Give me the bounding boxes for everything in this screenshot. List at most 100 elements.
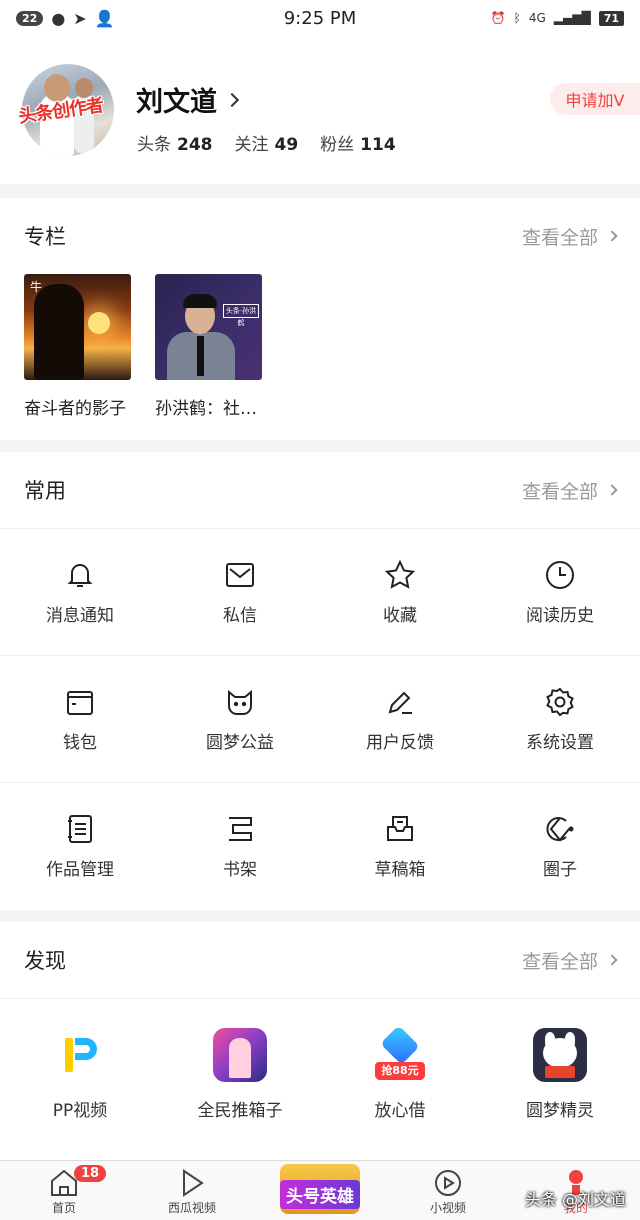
- wallet-button[interactable]: 钱包: [0, 656, 160, 782]
- see-all-link[interactable]: 查看全部: [522, 477, 618, 504]
- notification-count-badge: 22: [16, 10, 44, 26]
- bluetooth-icon: ᛒ: [513, 11, 521, 25]
- notifications-button[interactable]: 消息通知: [0, 529, 160, 655]
- short-video-icon: [435, 1170, 461, 1196]
- grid-label: 阅读历史: [526, 605, 594, 626]
- apply-verification-button[interactable]: 申请加V: [550, 83, 640, 115]
- bookshelf-button[interactable]: 书架: [160, 783, 320, 910]
- column-card[interactable]: 头条·孙洪鹤 孙洪鹤：社…: [155, 274, 262, 419]
- star-icon: [384, 559, 416, 589]
- chat-bubble-icon: ●: [51, 8, 66, 28]
- tab-hero-promo[interactable]: 头号英雄: [256, 1161, 384, 1220]
- app-label: PP视频: [52, 1100, 108, 1121]
- reading-history-button[interactable]: 阅读历史: [480, 529, 640, 655]
- push-box-game-app[interactable]: 全民推箱子: [160, 999, 320, 1149]
- battery-level: 71: [598, 10, 624, 26]
- app-label: 放心借: [374, 1100, 426, 1121]
- loan-app-icon: 抢88元: [373, 1027, 427, 1082]
- cat-icon: [228, 689, 252, 715]
- tab-label: 小视频: [429, 1201, 466, 1215]
- grid-label: 作品管理: [46, 860, 114, 880]
- mail-icon: [226, 562, 254, 587]
- clock-icon: [546, 560, 574, 589]
- profile-stats: 头条 248 关注 49 粉丝 114: [137, 130, 396, 155]
- favorites-button[interactable]: 收藏: [320, 529, 480, 655]
- grid-label: 用户反馈: [366, 732, 434, 753]
- game-character: [229, 1037, 251, 1078]
- thumbnail-tag: 头条·孙洪鹤: [223, 304, 259, 327]
- section-title: 常用: [24, 479, 66, 503]
- sprite-face: [543, 1037, 577, 1068]
- grid-label: 收藏: [383, 605, 417, 626]
- chevron-right-icon: [606, 954, 618, 966]
- circle-group-icon: [546, 817, 574, 842]
- chevron-right-icon: [606, 230, 618, 242]
- grid-label: 圆梦公益: [206, 732, 274, 753]
- grid-label: 系统设置: [526, 732, 594, 753]
- pp-video-app[interactable]: PP视频: [0, 999, 160, 1149]
- section-title: 发现: [24, 949, 66, 973]
- network-label: 4G: [528, 11, 546, 25]
- grid-label: 书架: [223, 860, 257, 880]
- grid-label: 草稿箱: [374, 860, 426, 880]
- profile-name: 刘文道: [136, 87, 217, 118]
- grid-label: 消息通知: [46, 605, 114, 626]
- pp-logo-bowl: [75, 1037, 97, 1060]
- alarm-icon: ⏰: [490, 11, 506, 25]
- discover-section: 发现 查看全部 PP视频 全民推箱子 抢88元 放心借 圆梦精灵: [0, 922, 640, 1160]
- portrait-tie: [197, 336, 204, 376]
- dream-sprite-app[interactable]: 圆梦精灵: [480, 999, 640, 1149]
- wallet-icon: [67, 690, 93, 715]
- grid-label: 钱包: [63, 732, 97, 753]
- works-management-button[interactable]: 作品管理: [0, 783, 160, 910]
- stat-followers[interactable]: 粉丝 114: [320, 130, 396, 155]
- pp-video-app-icon: [53, 1027, 107, 1082]
- loan-app[interactable]: 抢88元 放心借: [320, 999, 480, 1149]
- promo-label: 头号英雄: [280, 1179, 360, 1209]
- settings-button[interactable]: 系统设置: [480, 656, 640, 782]
- location-arrow-icon: ➤: [73, 8, 87, 28]
- app-label: 圆梦精灵: [526, 1100, 594, 1121]
- draft-box-icon: [387, 816, 413, 841]
- pen-icon: [388, 691, 412, 714]
- messages-button[interactable]: 私信: [160, 529, 320, 655]
- signal-icon: ▂▄▆█: [553, 11, 591, 25]
- see-all-link[interactable]: 查看全部: [522, 223, 618, 250]
- tab-label: 首页: [51, 1201, 76, 1215]
- loan-logo-shape: [380, 1027, 420, 1065]
- profile-name-link[interactable]: 刘文道: [136, 80, 240, 119]
- see-all-link[interactable]: 查看全部: [522, 947, 618, 974]
- column-thumbnail: 头条·孙洪鹤: [155, 274, 262, 380]
- sunset-sun: [88, 312, 110, 334]
- bell-icon: [67, 563, 93, 587]
- profile-header: 头条创作者 刘文道 头条 248 关注 49 粉丝 114 申请加V: [0, 36, 640, 184]
- thumbnail-text: 牛: [30, 280, 43, 294]
- game-app-icon: [213, 1027, 267, 1082]
- tab-label: 西瓜视频: [167, 1201, 216, 1215]
- tab-xigua-video[interactable]: 西瓜视频: [128, 1161, 256, 1220]
- loan-promo-badge: 抢88元: [375, 1061, 425, 1080]
- column-title: 孙洪鹤：社…: [155, 399, 257, 419]
- column-section: 专栏 查看全部 牛 奋斗者的影子 头条·孙洪鹤 孙洪鹤：社…: [0, 198, 640, 440]
- tab-home[interactable]: 首页 18: [0, 1161, 128, 1220]
- sprite-book: [545, 1065, 575, 1078]
- document-icon: [68, 815, 92, 843]
- column-card[interactable]: 牛 奋斗者的影子: [24, 274, 131, 419]
- chevron-right-icon: [606, 484, 618, 496]
- status-bar: 22 ● ➤ 👤 9:25 PM ⏰ ᛒ 4G ▂▄▆█ 71: [0, 0, 640, 36]
- stat-articles[interactable]: 头条 248: [137, 130, 213, 155]
- tab-short-video[interactable]: 小视频: [384, 1161, 512, 1220]
- feedback-button[interactable]: 用户反馈: [320, 656, 480, 782]
- play-icon: [183, 1169, 204, 1197]
- pp-logo-bar: [65, 1037, 73, 1072]
- portrait-hair: [183, 294, 217, 308]
- bookshelf-icon: [229, 817, 252, 841]
- stat-following[interactable]: 关注 49: [235, 130, 299, 155]
- contacts-icon: 👤: [94, 8, 115, 28]
- promo-banner-icon: 头号英雄: [280, 1163, 360, 1214]
- drafts-button[interactable]: 草稿箱: [320, 783, 480, 910]
- app-label: 全民推箱子: [197, 1100, 283, 1121]
- charity-button[interactable]: 圆梦公益: [160, 656, 320, 782]
- hiker-silhouette: [34, 284, 84, 380]
- circles-button[interactable]: 圈子: [480, 783, 640, 910]
